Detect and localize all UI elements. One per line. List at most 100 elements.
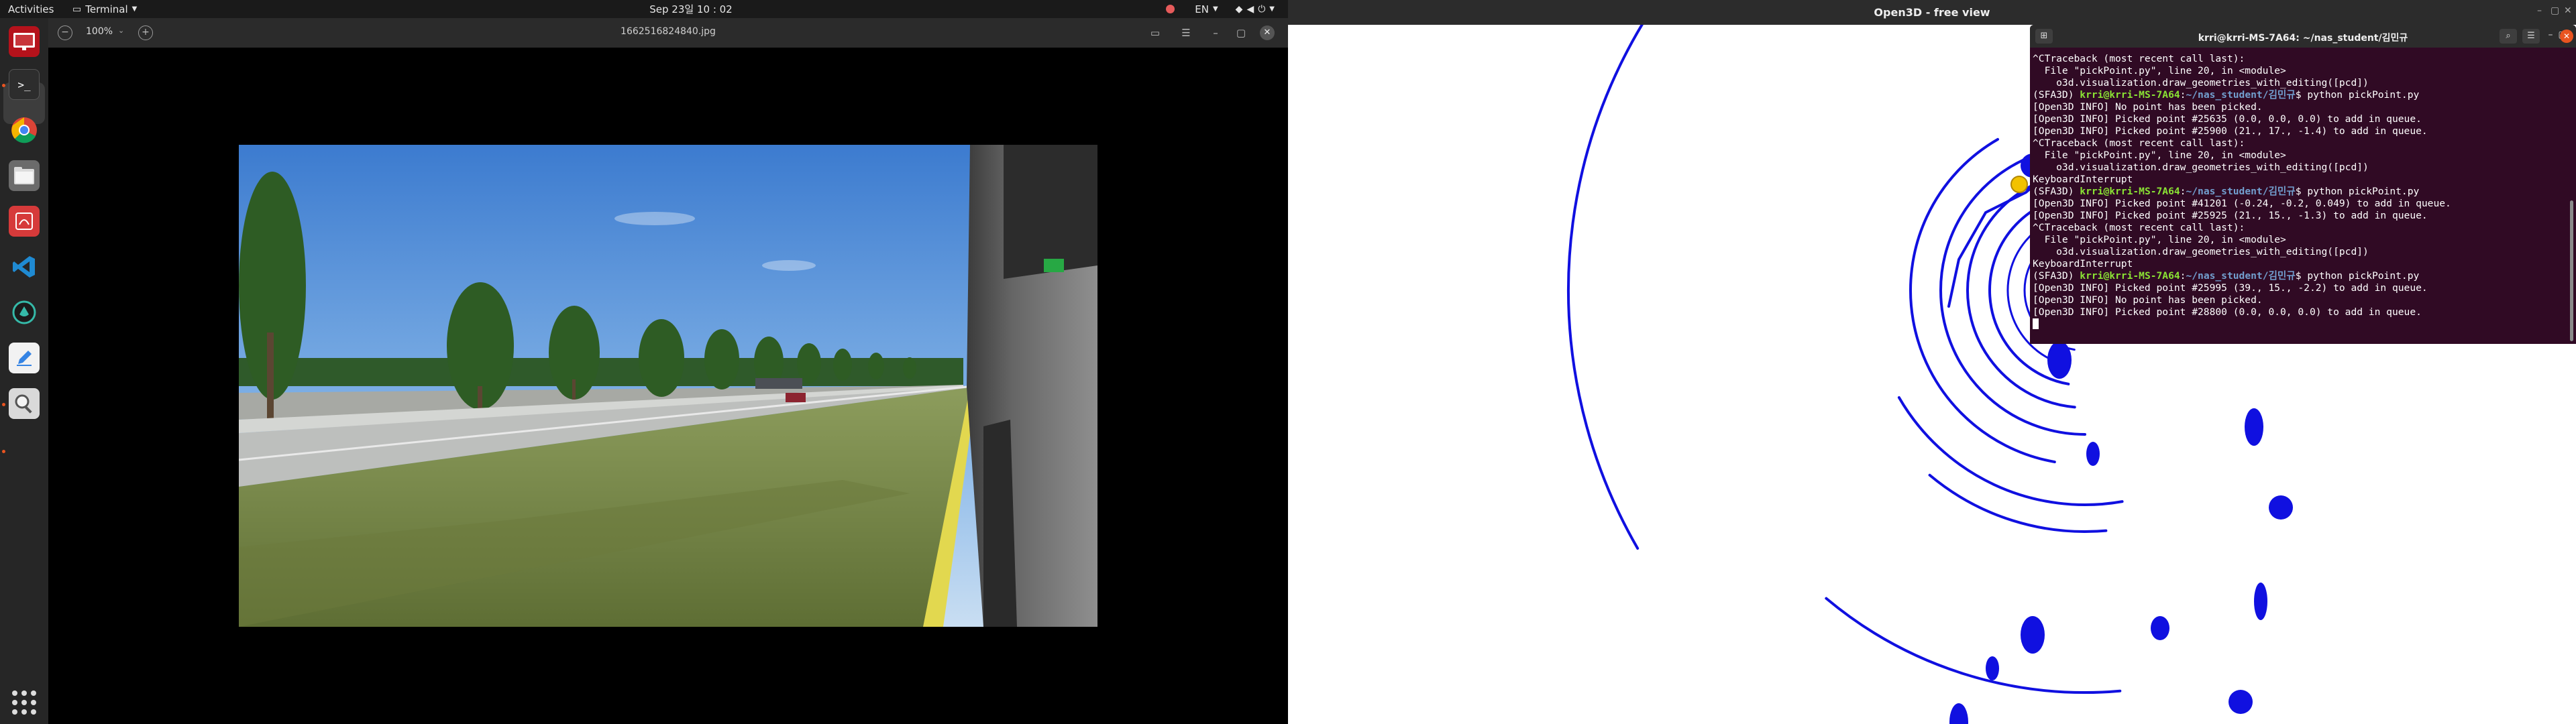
power-icon: ⏻	[1258, 3, 1266, 15]
lidar-ring	[1928, 473, 2108, 533]
image-viewer-window: − 100% ⌄ + 1662516824840.jpg ▭ ☰ – ▢ ✕	[48, 18, 1288, 724]
close-icon[interactable]: ✕	[1260, 25, 1275, 40]
prompt-user: krri@krri-MS-7A64	[2080, 270, 2180, 282]
prompt-env: (SFA3D)	[2033, 89, 2080, 101]
minimize-icon[interactable]: –	[1208, 25, 1224, 41]
terminal-output-line: [Open3D INFO] Picked point #25635 (0.0, …	[2033, 113, 2422, 125]
show-apps-icon[interactable]	[12, 690, 36, 715]
running-indicator	[2, 450, 5, 453]
prompt-path: ~/nas_student/김민규	[2186, 270, 2296, 282]
wifi-icon: ◆	[1235, 3, 1243, 15]
terminal-scrollbar[interactable]	[2570, 200, 2573, 341]
menu-icon[interactable]: ☰	[2522, 29, 2540, 44]
inkscape-icon[interactable]	[9, 297, 40, 328]
terminal-title: krri@krri-MS-7A64: ~/nas_student/김민규	[2198, 33, 2408, 44]
terminal-prompt-line: (SFA3D) krri@krri-MS-7A64:~/nas_student/…	[2033, 89, 2569, 101]
lidar-object-cluster	[1986, 656, 1999, 680]
prompt-path: ~/nas_student/김민규	[2186, 186, 2296, 197]
system-tray[interactable]: EN ▼ ◆ ◀ ⏻ ▼	[1158, 0, 1283, 18]
app-menu-label: Terminal	[85, 3, 128, 15]
running-indicator	[2, 403, 5, 406]
lidar-object-cluster	[2229, 690, 2253, 714]
lidar-object-cluster	[2047, 341, 2072, 379]
left-monitor: Activities ▭ Terminal ▼ Sep 23일 10 : 02 …	[0, 0, 1288, 724]
files-icon[interactable]	[9, 160, 40, 191]
terminal-output[interactable]: ^CTraceback (most recent call last): Fil…	[2033, 53, 2569, 341]
terminal-cursor	[2033, 318, 2039, 329]
maximize-icon[interactable]: ▢	[1233, 25, 1249, 41]
terminal-output-line: ^CTraceback (most recent call last):	[2033, 53, 2245, 64]
terminal-output-line: KeyboardInterrupt	[2033, 174, 2133, 185]
terminal-output-line: File "pickPoint.py", line 20, in <module…	[2033, 149, 2286, 161]
minimize-icon[interactable]: –	[2537, 5, 2542, 16]
terminal-output-line: [Open3D INFO] Picked point #28800 (0.0, …	[2033, 306, 2422, 318]
terminal-prompt-line: (SFA3D) krri@krri-MS-7A64:~/nas_student/…	[2033, 270, 2569, 282]
lidar-object-cluster	[2245, 408, 2263, 446]
terminal-output-line: [Open3D INFO] Picked point #25995 (39., …	[2033, 282, 2428, 294]
maximize-icon[interactable]: ▢	[2551, 5, 2559, 16]
image-viewer-header: − 100% ⌄ + 1662516824840.jpg ▭ ☰ – ▢ ✕	[48, 18, 1288, 48]
lidar-ring	[1567, 0, 1660, 550]
right-monitor: Open3D - free view – ▢ ✕ ⊞ krri@krri-MS-…	[1288, 0, 2576, 724]
terminal-output-line: File "pickPoint.py", line 20, in <module…	[2033, 234, 2286, 245]
lidar-object-cluster	[2151, 616, 2169, 640]
prompt-env: (SFA3D)	[2033, 270, 2080, 282]
activities-button[interactable]: Activities	[0, 0, 62, 18]
terminal-output-line: [Open3D INFO] No point has been picked.	[2033, 101, 2263, 113]
picked-point-marker-yellow[interactable]	[2010, 176, 2028, 193]
lidar-object-cluster	[2086, 442, 2100, 466]
lidar-object-cluster	[2254, 583, 2267, 620]
lidar-object-cluster	[1949, 703, 1968, 724]
prompt-user: krri@krri-MS-7A64	[2080, 89, 2180, 101]
chevron-down-icon: ▼	[1212, 5, 1218, 13]
lidar-object-cluster	[2021, 616, 2045, 654]
app-menu-button[interactable]: ▭ Terminal ▼	[64, 0, 145, 18]
chevron-down-icon: ▼	[1269, 5, 1275, 13]
libreoffice-impress-icon[interactable]	[9, 26, 40, 57]
dock: >_	[0, 18, 48, 724]
image-viewer-icon[interactable]	[9, 388, 40, 419]
close-icon[interactable]: ✕	[2560, 29, 2573, 43]
recording-indicator-icon[interactable]	[1166, 5, 1175, 13]
search-icon[interactable]: ⌕	[2500, 29, 2517, 44]
lidar-object-cluster	[2269, 495, 2293, 520]
terminal-output-line: [Open3D INFO] No point has been picked.	[2033, 294, 2263, 306]
driving-scene-image	[239, 145, 1097, 627]
chevron-down-icon: ▼	[131, 5, 138, 13]
menu-icon[interactable]: ☰	[1178, 25, 1194, 41]
terminal-icon[interactable]: >_	[9, 69, 40, 100]
terminal-output-line: o3d.visualization.draw_geometries_with_e…	[2033, 77, 2369, 88]
terminal-output-line: [Open3D INFO] Picked point #41201 (-0.24…	[2033, 198, 2451, 209]
terminal-header[interactable]: ⊞ krri@krri-MS-7A64: ~/nas_student/김민규 ⌕…	[2030, 25, 2576, 48]
open3d-title-bar[interactable]: Open3D - free view – ▢ ✕	[1288, 0, 2576, 25]
volume-icon: ◀	[1246, 3, 1254, 15]
clock-label: Sep 23일 10 : 02	[649, 3, 733, 15]
clock-button[interactable]: Sep 23일 10 : 02	[631, 0, 751, 18]
displayed-image	[239, 145, 1097, 627]
terminal-window[interactable]: ⊞ krri@krri-MS-7A64: ~/nas_student/김민규 ⌕…	[2030, 25, 2576, 344]
text-editor-icon[interactable]	[9, 343, 40, 373]
terminal-prompt-line: (SFA3D) krri@krri-MS-7A64:~/nas_student/…	[2033, 186, 2569, 198]
lidar-ring	[1825, 597, 2122, 694]
running-indicator	[2, 84, 5, 87]
gallery-icon[interactable]: ▭	[1147, 25, 1163, 41]
terminal-output-line: ^CTraceback (most recent call last):	[2033, 222, 2245, 233]
document-viewer-icon[interactable]	[9, 206, 40, 237]
terminal-small-icon: ▭	[72, 3, 82, 15]
terminal-output-line: File "pickPoint.py", line 20, in <module…	[2033, 65, 2286, 76]
activities-label: Activities	[8, 3, 54, 15]
vscode-icon[interactable]	[9, 251, 40, 282]
chrome-icon[interactable]	[9, 115, 40, 145]
window-title: Open3D - free view	[1874, 6, 1990, 19]
minimize-icon[interactable]: –	[2544, 29, 2557, 40]
input-language-label[interactable]: EN	[1195, 3, 1209, 15]
terminal-output-line: o3d.visualization.draw_geometries_with_e…	[2033, 162, 2369, 173]
terminal-output-line: o3d.visualization.draw_geometries_with_e…	[2033, 246, 2369, 257]
prompt-user: krri@krri-MS-7A64	[2080, 186, 2180, 197]
close-icon[interactable]: ✕	[2564, 5, 2572, 16]
screen: Activities ▭ Terminal ▼ Sep 23일 10 : 02 …	[0, 0, 2576, 724]
prompt-path: ~/nas_student/김민규	[2186, 89, 2296, 101]
terminal-cursor-line	[2033, 318, 2569, 330]
image-filename: 1662516824840.jpg	[621, 26, 716, 37]
terminal-output-line: [Open3D INFO] Picked point #25900 (21., …	[2033, 125, 2428, 137]
